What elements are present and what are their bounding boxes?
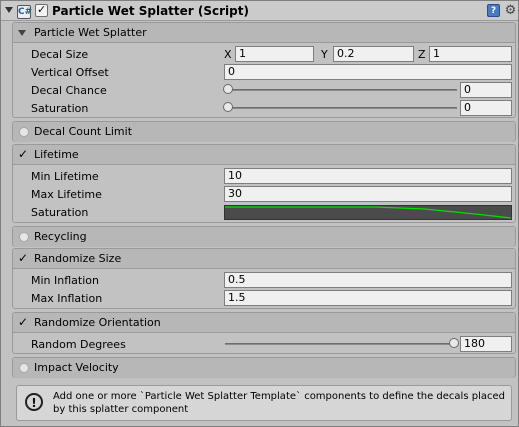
impact-velocity-header[interactable]: Impact Velocity xyxy=(13,358,515,378)
randomize-size-label: Randomize Size xyxy=(34,252,122,265)
min-lifetime-input[interactable]: 10 xyxy=(224,168,512,184)
toggle-off-icon[interactable] xyxy=(19,363,29,373)
random-degrees-slider-track[interactable] xyxy=(225,343,455,345)
decal-chance-input[interactable]: 0 xyxy=(460,82,512,98)
randomize-orientation-label: Randomize Orientation xyxy=(34,316,161,329)
randomize-orientation-header[interactable]: ✓ Randomize Orientation xyxy=(13,313,515,333)
toggle-off-icon[interactable] xyxy=(19,232,29,242)
help-box: ! Add one or more `Particle Wet Splatter… xyxy=(16,385,512,421)
randomize-orientation-section: ✓ Randomize Orientation Random Degrees 1… xyxy=(12,312,516,354)
lifetime-label: Lifetime xyxy=(34,148,79,161)
min-inflation-label: Min Inflation xyxy=(31,274,99,287)
max-inflation-input[interactable]: 1.5 xyxy=(224,290,512,306)
randomize-size-section: ✓ Randomize Size Min Inflation 0.5 Max I… xyxy=(12,248,516,309)
lifetime-header[interactable]: ✓ Lifetime xyxy=(13,145,515,165)
vertical-offset-input[interactable]: 0 xyxy=(224,64,512,80)
script-icon: C# xyxy=(17,5,33,19)
foldout-arrow-icon[interactable] xyxy=(5,7,13,13)
decal-chance-slider-track[interactable] xyxy=(227,89,457,91)
main-section: Particle Wet Splatter Decal Size X 1 Y 0… xyxy=(12,22,516,118)
decal-chance-slider-thumb[interactable] xyxy=(223,84,233,94)
saturation-label: Saturation xyxy=(31,102,89,115)
recycling-header[interactable]: Recycling xyxy=(13,227,515,247)
info-icon: ! xyxy=(25,393,43,411)
recycling-label: Recycling xyxy=(34,230,87,243)
curve-line xyxy=(225,206,511,219)
main-section-label: Particle Wet Splatter xyxy=(34,26,147,39)
z-axis-label: Z xyxy=(418,48,426,61)
decal-size-z-input[interactable]: 1 xyxy=(429,46,512,62)
saturation-input[interactable]: 0 xyxy=(460,100,512,116)
randomize-size-header[interactable]: ✓ Randomize Size xyxy=(13,249,515,269)
toggle-off-icon[interactable] xyxy=(19,127,29,137)
curve-graph xyxy=(225,206,511,219)
max-lifetime-input[interactable]: 30 xyxy=(224,186,512,202)
vertical-offset-label: Vertical Offset xyxy=(31,66,109,79)
random-degrees-input[interactable]: 180 xyxy=(460,336,512,352)
saturation-slider-track[interactable] xyxy=(227,107,457,109)
decal-size-label: Decal Size xyxy=(31,48,89,61)
max-inflation-label: Max Inflation xyxy=(31,292,103,305)
decal-count-limit-header[interactable]: Decal Count Limit xyxy=(13,122,515,142)
main-section-header[interactable]: Particle Wet Splatter xyxy=(13,23,515,43)
impact-velocity-section: Impact Velocity xyxy=(12,357,516,378)
help-icon[interactable]: ? xyxy=(487,4,500,17)
decal-chance-label: Decal Chance xyxy=(31,84,107,97)
recycling-section: Recycling xyxy=(12,226,516,247)
saturation-curve-field[interactable] xyxy=(224,205,512,220)
check-icon: ✓ xyxy=(37,3,47,16)
max-lifetime-label: Max Lifetime xyxy=(31,188,102,201)
component-enabled-checkbox[interactable]: ✓ xyxy=(35,3,48,17)
random-degrees-label: Random Degrees xyxy=(31,338,126,351)
check-icon[interactable]: ✓ xyxy=(18,315,28,329)
x-axis-label: X xyxy=(224,48,232,61)
decal-size-x-input[interactable]: 1 xyxy=(235,46,314,62)
component-title: Particle Wet Splatter (Script) xyxy=(52,4,249,18)
lifetime-section: ✓ Lifetime Min Lifetime 10 Max Lifetime … xyxy=(12,144,516,223)
help-text: Add one or more `Particle Wet Splatter T… xyxy=(53,391,505,415)
lifetime-saturation-label: Saturation xyxy=(31,206,89,219)
y-axis-label: Y xyxy=(321,48,328,61)
min-inflation-input[interactable]: 0.5 xyxy=(224,272,512,288)
gear-icon[interactable]: ⚙ xyxy=(504,4,517,17)
check-icon[interactable]: ✓ xyxy=(18,147,28,161)
foldout-arrow-icon[interactable] xyxy=(18,30,26,36)
decal-size-y-input[interactable]: 0.2 xyxy=(333,46,414,62)
decal-count-limit-section: Decal Count Limit xyxy=(12,121,516,142)
random-degrees-slider-thumb[interactable] xyxy=(449,338,459,348)
saturation-slider-thumb[interactable] xyxy=(223,102,233,112)
min-lifetime-label: Min Lifetime xyxy=(31,170,99,183)
component-header[interactable]: C# ✓ Particle Wet Splatter (Script) ? ⚙ xyxy=(1,1,518,21)
impact-velocity-label: Impact Velocity xyxy=(34,361,119,374)
decal-count-limit-label: Decal Count Limit xyxy=(34,125,133,138)
check-icon[interactable]: ✓ xyxy=(18,251,28,265)
